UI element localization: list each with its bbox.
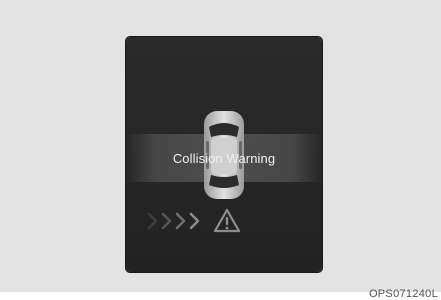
collision-warning-message: Collision Warning bbox=[172, 151, 276, 166]
figure-code: OPS071240L bbox=[368, 288, 438, 300]
instrument-cluster-display: Collision Warning bbox=[126, 37, 322, 272]
figure-background: Collision Warning bbox=[0, 0, 441, 292]
warning-triangle-icon bbox=[213, 208, 241, 233]
chevron-right-icon bbox=[147, 212, 200, 230]
